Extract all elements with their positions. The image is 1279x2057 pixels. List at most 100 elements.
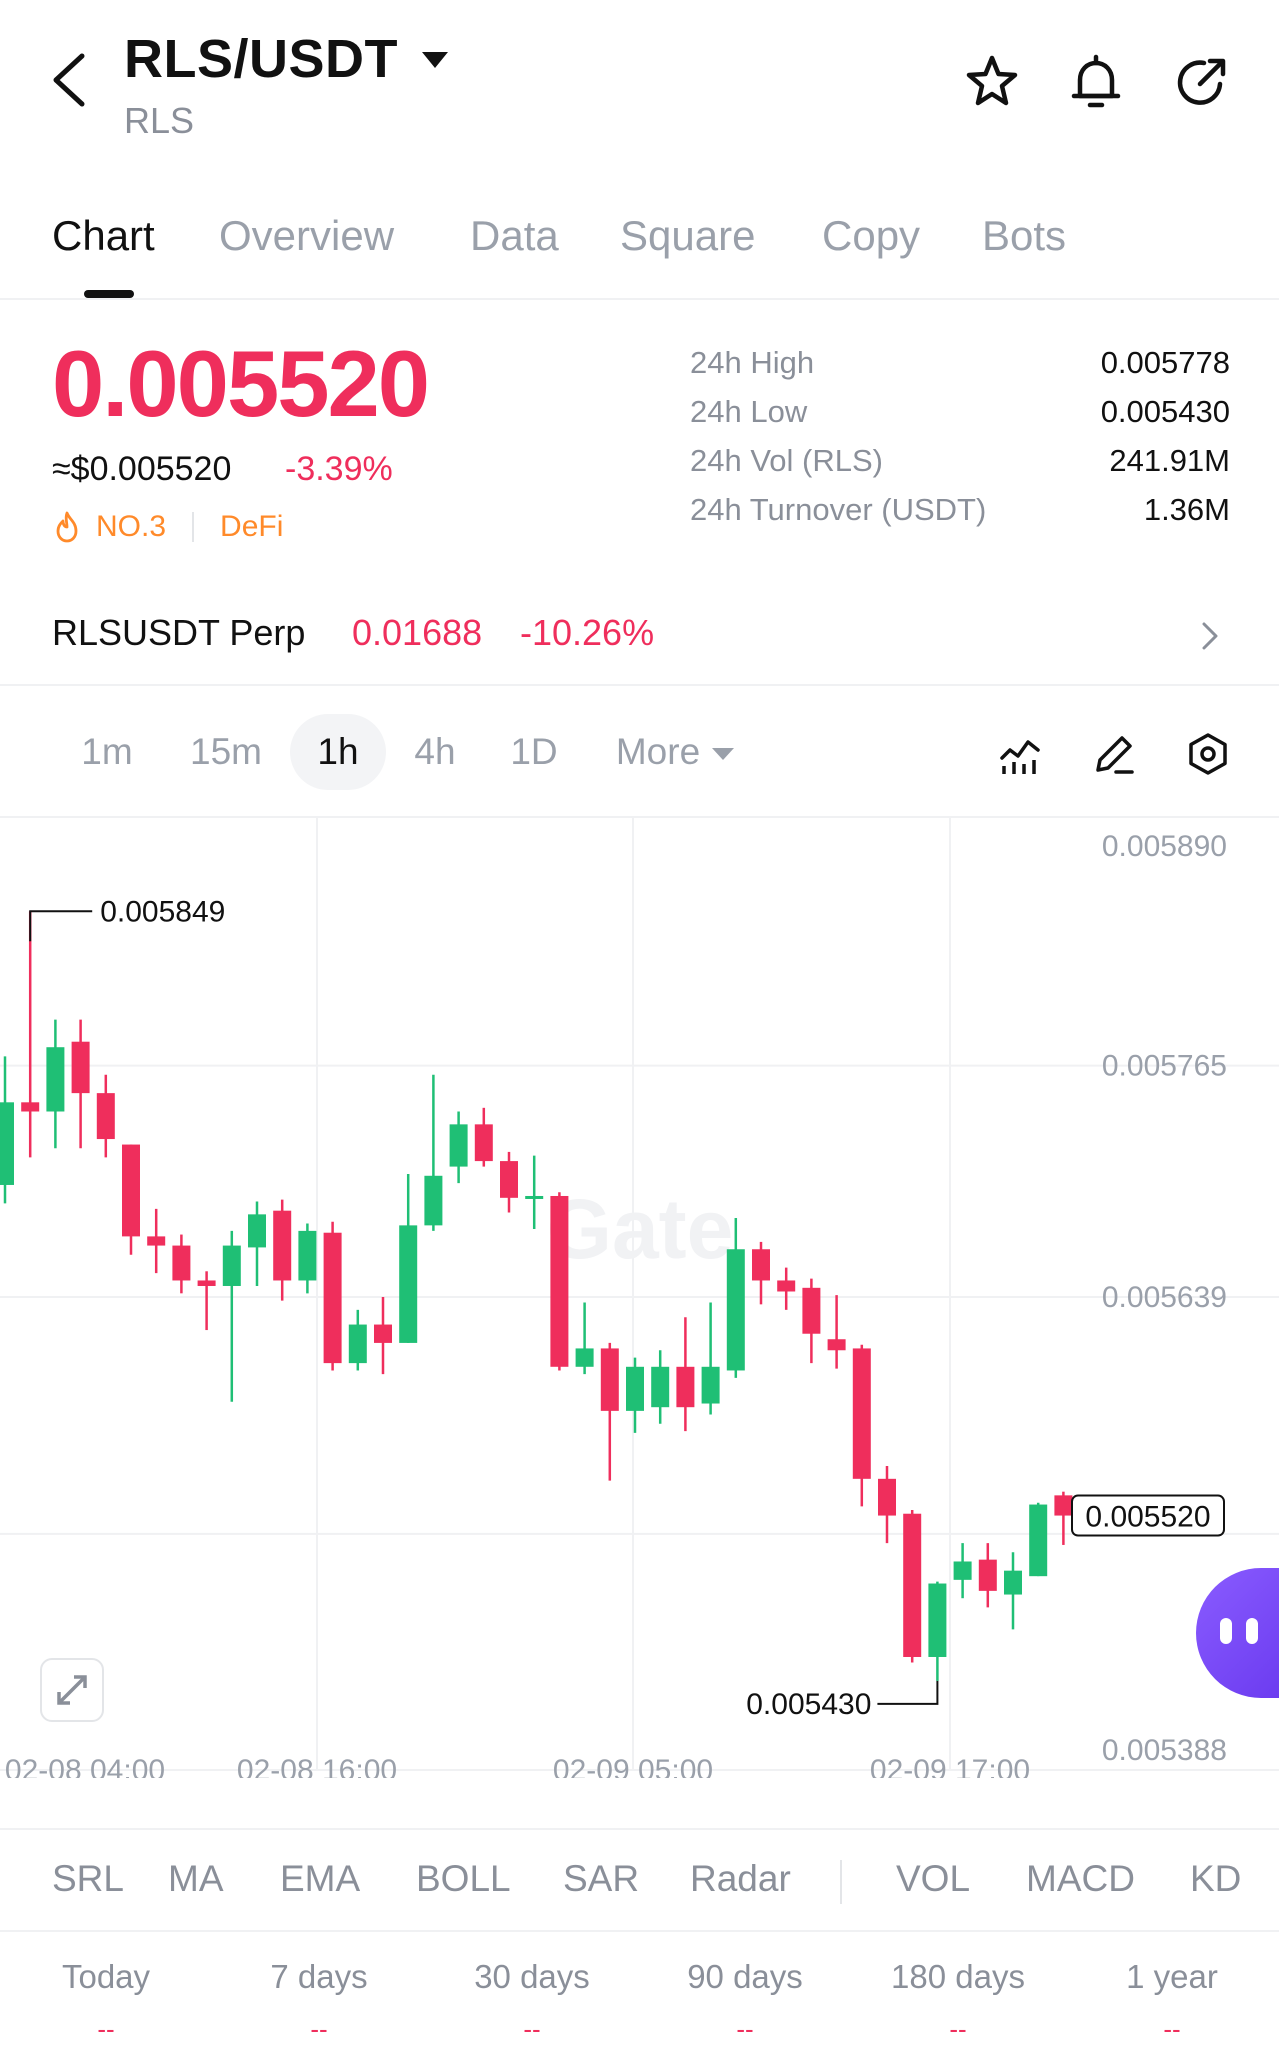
interval-1m[interactable]: 1m [62, 714, 152, 790]
candle-up[interactable] [1004, 1552, 1022, 1630]
caret-down-icon[interactable] [420, 50, 450, 70]
candle-up[interactable] [953, 1543, 972, 1599]
price-axis-label: 0.005388 [1102, 1734, 1227, 1767]
candle-up[interactable] [424, 1074, 443, 1231]
price-chart[interactable]: Gate 0.005849 0.005430 0.005520 0.005890 0.… [0, 818, 1279, 1787]
candle-down[interactable] [21, 911, 40, 1158]
candle-down[interactable] [172, 1234, 191, 1294]
candle-up[interactable] [222, 1230, 241, 1402]
tab-square[interactable]: Square [620, 212, 755, 260]
candle-down[interactable] [827, 1295, 846, 1369]
share-icon[interactable] [1172, 52, 1232, 112]
tab-overview[interactable]: Overview [219, 212, 394, 260]
candle-down[interactable] [197, 1271, 216, 1331]
candle-down[interactable] [323, 1221, 342, 1371]
candle-down[interactable] [777, 1267, 796, 1310]
candle-down[interactable] [852, 1344, 871, 1507]
candle-up[interactable] [248, 1201, 266, 1286]
settings-icon[interactable] [1186, 732, 1230, 776]
bell-icon[interactable] [1066, 52, 1126, 112]
candle-up[interactable] [651, 1350, 670, 1424]
candle-up[interactable] [575, 1302, 594, 1375]
candle-up[interactable] [46, 1019, 65, 1149]
candle-down[interactable] [752, 1241, 770, 1305]
candle-body [21, 1102, 40, 1112]
candle-down[interactable] [878, 1465, 896, 1544]
candle-down[interactable] [978, 1543, 997, 1608]
candle-down[interactable] [676, 1317, 695, 1432]
watermark: Gate [547, 1182, 734, 1276]
interval-4h[interactable]: 4h [400, 714, 470, 790]
candle-up[interactable] [298, 1223, 317, 1294]
candle-body [852, 1348, 871, 1479]
interval-1h[interactable]: 1h [290, 714, 386, 790]
candle-down[interactable] [122, 1144, 140, 1255]
candle-down[interactable] [1054, 1491, 1073, 1545]
time-axis-label: 02-09 05:00 [553, 1754, 713, 1778]
candle-down[interactable] [802, 1278, 821, 1364]
rank-label[interactable]: NO.3 [96, 510, 166, 544]
candle-up[interactable] [1029, 1502, 1048, 1577]
perp-row[interactable]: RLSUSDT Perp 0.01688 -10.26% [0, 590, 1279, 686]
perp-price: 0.01688 [352, 612, 483, 653]
candle-down[interactable] [147, 1208, 166, 1274]
indicator-macd[interactable]: MACD [1026, 1858, 1135, 1900]
candle-down[interactable] [550, 1192, 569, 1371]
interval-15m[interactable]: 15m [176, 714, 276, 790]
candle-up[interactable] [449, 1111, 468, 1184]
indicator-chart-icon[interactable] [998, 732, 1042, 776]
tab-bots[interactable]: Bots [982, 212, 1066, 260]
candle-body [525, 1195, 544, 1199]
candle-down[interactable] [273, 1199, 292, 1301]
candle-body [953, 1561, 972, 1580]
indicator-ma[interactable]: MA [168, 1858, 224, 1900]
candle-body [903, 1513, 922, 1657]
indicator-radar[interactable]: Radar [690, 1858, 791, 1900]
candle-down[interactable] [500, 1151, 518, 1213]
candle-body [1054, 1495, 1073, 1516]
candlestick-chart[interactable]: Gate 0.005849 0.005430 0.005520 0.005890 0.… [0, 818, 1279, 1787]
candle-up[interactable] [399, 1173, 418, 1343]
period-label: Today [61, 1958, 151, 1995]
pair-title[interactable]: RLS/USDT [124, 28, 398, 90]
period-value: -- [949, 2014, 967, 2044]
tab-copy[interactable]: Copy [822, 212, 920, 260]
tab-data[interactable]: Data [470, 212, 559, 260]
interval-1d[interactable]: 1D [498, 714, 570, 790]
last-price: 0.005520 [52, 331, 430, 436]
tab-chart[interactable]: Chart [52, 212, 155, 260]
candle-up[interactable] [701, 1302, 720, 1415]
time-axis-label: 02-08 04:00 [5, 1754, 165, 1778]
indicator-sar[interactable]: SAR [563, 1858, 639, 1900]
period-label: 7 days [270, 1958, 368, 1995]
category-label[interactable]: DeFi [220, 510, 283, 544]
chevron-right-icon [1202, 622, 1218, 650]
candle-up[interactable] [525, 1155, 544, 1230]
high-price-label: 0.005849 [100, 895, 225, 928]
caret-down-icon [712, 748, 735, 761]
candle-body [575, 1348, 594, 1367]
candle-down[interactable] [71, 1019, 90, 1149]
back-icon[interactable] [50, 52, 90, 108]
indicator-srl[interactable]: SRL [52, 1858, 124, 1900]
indicator-kd[interactable]: KD [1190, 1858, 1241, 1900]
interval-bar: 1m 15m 1h 4h 1D More [0, 686, 1279, 818]
candle-up[interactable] [0, 1056, 14, 1204]
candle-up[interactable] [348, 1309, 367, 1371]
candle-down[interactable] [903, 1510, 922, 1663]
candle-down[interactable] [374, 1297, 392, 1375]
candle-up[interactable] [928, 1581, 947, 1681]
fullscreen-button[interactable] [40, 1658, 104, 1722]
star-icon[interactable] [962, 52, 1022, 112]
interval-more[interactable]: More [600, 714, 750, 790]
indicator-vol[interactable]: VOL [896, 1858, 970, 1900]
candle-down[interactable] [600, 1342, 619, 1481]
candle-down[interactable] [96, 1074, 115, 1158]
draw-pen-icon[interactable] [1092, 732, 1136, 776]
indicator-boll[interactable]: BOLL [416, 1858, 511, 1900]
indicator-ema[interactable]: EMA [280, 1858, 360, 1900]
candle-body [600, 1348, 619, 1411]
candle-up[interactable] [626, 1357, 644, 1433]
candle-body [147, 1236, 166, 1246]
candle-down[interactable] [474, 1107, 493, 1167]
